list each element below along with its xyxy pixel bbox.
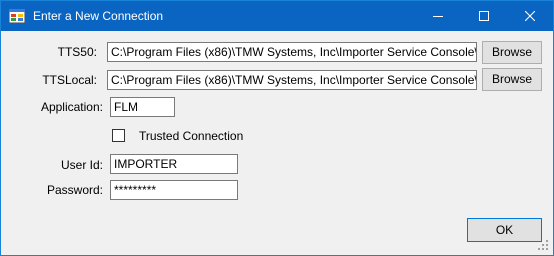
resize-grip-icon[interactable] <box>537 239 549 251</box>
minimize-icon <box>433 16 443 17</box>
dialog-window: Enter a New Connection TTS50: C:\Program… <box>0 0 554 256</box>
application-field[interactable]: FLM <box>110 97 175 117</box>
ttslocal-browse-button[interactable]: Browse <box>482 68 542 91</box>
tts50-label: TTS50: <box>57 45 97 59</box>
close-icon <box>524 10 536 22</box>
window-title: Enter a New Connection <box>33 9 164 23</box>
ok-button[interactable]: OK <box>467 218 542 242</box>
title-bar[interactable]: Enter a New Connection <box>1 1 553 31</box>
ttslocal-label: TTSLocal: <box>42 73 97 87</box>
password-label: Password: <box>46 183 103 197</box>
trusted-connection-label[interactable]: Trusted Connection <box>139 129 243 143</box>
tts50-field[interactable]: C:\Program Files (x86)\TMW Systems, Inc\… <box>107 42 477 62</box>
minimize-button[interactable] <box>415 1 461 31</box>
maximize-button[interactable] <box>461 1 507 31</box>
trusted-connection-checkbox[interactable] <box>112 129 125 142</box>
userid-field[interactable]: IMPORTER <box>110 154 238 174</box>
maximize-icon <box>479 11 489 21</box>
tts50-browse-button[interactable]: Browse <box>482 41 542 64</box>
ttslocal-field[interactable]: C:\Program Files (x86)\TMW Systems, Inc\… <box>107 70 477 90</box>
close-button[interactable] <box>507 1 553 31</box>
application-label: Application: <box>40 100 103 114</box>
password-field[interactable]: ********* <box>110 180 238 200</box>
windows-form-icon <box>9 9 25 23</box>
userid-label: User Id: <box>60 158 103 172</box>
